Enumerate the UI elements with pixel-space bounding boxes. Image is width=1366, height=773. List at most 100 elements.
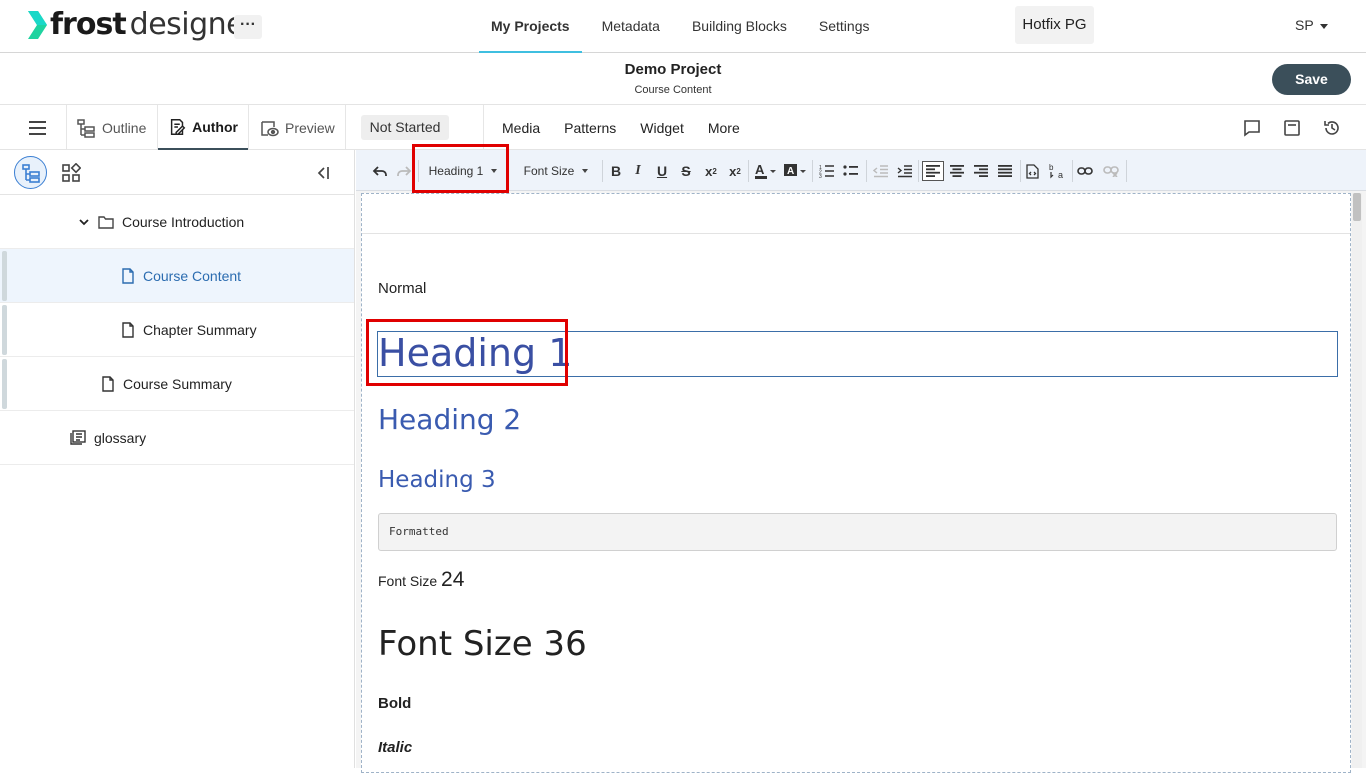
project-subtitle: Course Content xyxy=(634,84,712,96)
tree-item-label: Course Introduction xyxy=(122,213,245,230)
outline-tree-icon xyxy=(77,118,95,138)
sidebar-header xyxy=(0,150,354,195)
editor-scrollbar[interactable] xyxy=(1352,193,1362,768)
text-direction-icon[interactable]: ba xyxy=(1046,161,1068,181)
collapse-sidebar-icon[interactable] xyxy=(314,164,332,182)
insert-widget[interactable]: Widget xyxy=(640,105,684,150)
redo-icon[interactable] xyxy=(394,161,414,181)
text-color-icon[interactable]: A xyxy=(752,161,778,181)
mode-tab-preview-label: Preview xyxy=(285,119,335,136)
divider xyxy=(66,105,67,149)
logo-frost-text: frost xyxy=(50,7,127,42)
divider xyxy=(602,160,603,182)
divider xyxy=(1126,160,1127,182)
link-icon[interactable] xyxy=(1074,161,1096,181)
divider xyxy=(248,105,249,149)
user-menu[interactable]: SP xyxy=(1295,17,1328,33)
save-button[interactable]: Save xyxy=(1272,64,1351,95)
mode-tab-outline[interactable]: Outline xyxy=(76,105,146,150)
insert-menu: Media Patterns Widget More xyxy=(502,105,764,150)
undo-icon[interactable] xyxy=(370,161,390,181)
canvas-header-area xyxy=(362,194,1350,234)
font-size-24-paragraph[interactable]: Font Size 24 xyxy=(378,568,464,592)
svg-text:A: A xyxy=(787,166,794,177)
mode-tab-author[interactable]: Author xyxy=(158,105,248,150)
tree-item-course-content[interactable]: Course Content xyxy=(0,249,354,303)
tree-view-icon[interactable] xyxy=(14,156,47,189)
editor-area: Heading 1 Font Size B I U S x2 x2 A A 12… xyxy=(356,144,1366,773)
italic-paragraph[interactable]: Italic xyxy=(378,739,412,756)
insert-more[interactable]: More xyxy=(708,105,740,150)
nav-tab-metadata[interactable]: Metadata xyxy=(590,0,672,53)
divider xyxy=(483,105,484,149)
strikethrough-icon[interactable]: S xyxy=(676,161,696,181)
justify-icon[interactable] xyxy=(994,161,1016,181)
tree-item-course-summary[interactable]: Course Summary xyxy=(0,357,354,411)
nav-tab-building-blocks[interactable]: Building Blocks xyxy=(680,0,799,53)
divider xyxy=(748,160,749,182)
highlight-annotation xyxy=(366,319,568,386)
mode-tab-preview[interactable]: Preview xyxy=(259,105,335,150)
bulleted-list-icon[interactable] xyxy=(840,161,862,181)
superscript-icon[interactable]: x2 xyxy=(724,161,746,181)
font-size-24-prefix: Font Size xyxy=(378,573,438,589)
numbered-list-icon[interactable]: 123 xyxy=(816,161,838,181)
underline-icon[interactable]: U xyxy=(652,161,672,181)
tree-item-label: glossary xyxy=(94,429,147,446)
unlink-icon[interactable] xyxy=(1100,161,1122,181)
grid-view-icon[interactable] xyxy=(61,163,81,183)
hamburger-menu-icon[interactable] xyxy=(29,121,46,135)
page-icon xyxy=(122,321,134,338)
align-left-icon[interactable] xyxy=(922,161,944,181)
heading-2-text[interactable]: Heading 2 xyxy=(378,403,521,436)
highlight-annotation xyxy=(412,144,509,193)
mode-tab-outline-label: Outline xyxy=(102,119,147,136)
font-size-select-value: Font Size xyxy=(523,164,575,178)
editor-canvas[interactable]: Normal Heading 1 Heading 2 Heading 3 For… xyxy=(361,193,1351,773)
org-switcher[interactable]: Hotfix PG xyxy=(1015,6,1094,44)
tree-item-glossary[interactable]: glossary xyxy=(0,411,354,465)
tree-item-course-introduction[interactable]: Course Introduction xyxy=(0,195,354,249)
bold-icon[interactable]: B xyxy=(606,161,626,181)
scrollbar-thumb[interactable] xyxy=(1353,193,1361,221)
drag-handle[interactable] xyxy=(2,251,7,301)
source-code-icon[interactable] xyxy=(1022,161,1042,181)
page-icon xyxy=(122,267,134,284)
svg-text:a: a xyxy=(1058,170,1063,180)
divider xyxy=(918,160,919,182)
nav-tab-my-projects[interactable]: My Projects xyxy=(479,0,582,53)
bold-paragraph[interactable]: Bold xyxy=(378,695,411,712)
tree-item-chapter-summary[interactable]: Chapter Summary xyxy=(0,303,354,357)
comment-icon[interactable] xyxy=(1242,118,1262,138)
paragraph-normal[interactable]: Normal xyxy=(378,280,426,297)
chevron-down-icon xyxy=(1319,23,1328,29)
mode-actions xyxy=(1242,118,1362,138)
font-size-24-value: 24 xyxy=(441,568,465,591)
font-size-select[interactable]: Font Size xyxy=(514,161,598,181)
nav-tab-settings[interactable]: Settings xyxy=(807,0,882,53)
background-color-icon[interactable]: A xyxy=(782,161,808,181)
page-icon xyxy=(102,375,114,392)
preview-eye-icon xyxy=(261,120,279,136)
font-size-36-paragraph[interactable]: Font Size 36 xyxy=(378,624,587,664)
subscript-icon[interactable]: x2 xyxy=(700,161,722,181)
heading-3-text[interactable]: Heading 3 xyxy=(378,467,496,493)
frost-designer-logo[interactable]: frost designer xyxy=(26,7,256,42)
panel-icon[interactable] xyxy=(1282,118,1302,138)
svg-text:3: 3 xyxy=(819,174,822,178)
glossary-icon xyxy=(70,430,86,445)
drag-handle[interactable] xyxy=(2,359,7,409)
outdent-icon[interactable] xyxy=(870,161,892,181)
status-badge[interactable]: Not Started xyxy=(361,115,449,140)
indent-icon[interactable] xyxy=(894,161,916,181)
insert-patterns[interactable]: Patterns xyxy=(564,105,616,150)
app-more-button[interactable]: ··· xyxy=(234,15,262,39)
formatted-block[interactable]: Formatted xyxy=(378,513,1337,551)
chevron-down-icon[interactable] xyxy=(78,216,90,228)
history-icon[interactable] xyxy=(1322,118,1342,138)
align-right-icon[interactable] xyxy=(970,161,992,181)
italic-icon[interactable]: I xyxy=(628,161,648,181)
align-center-icon[interactable] xyxy=(946,161,968,181)
drag-handle[interactable] xyxy=(2,305,7,355)
divider xyxy=(1020,160,1021,182)
